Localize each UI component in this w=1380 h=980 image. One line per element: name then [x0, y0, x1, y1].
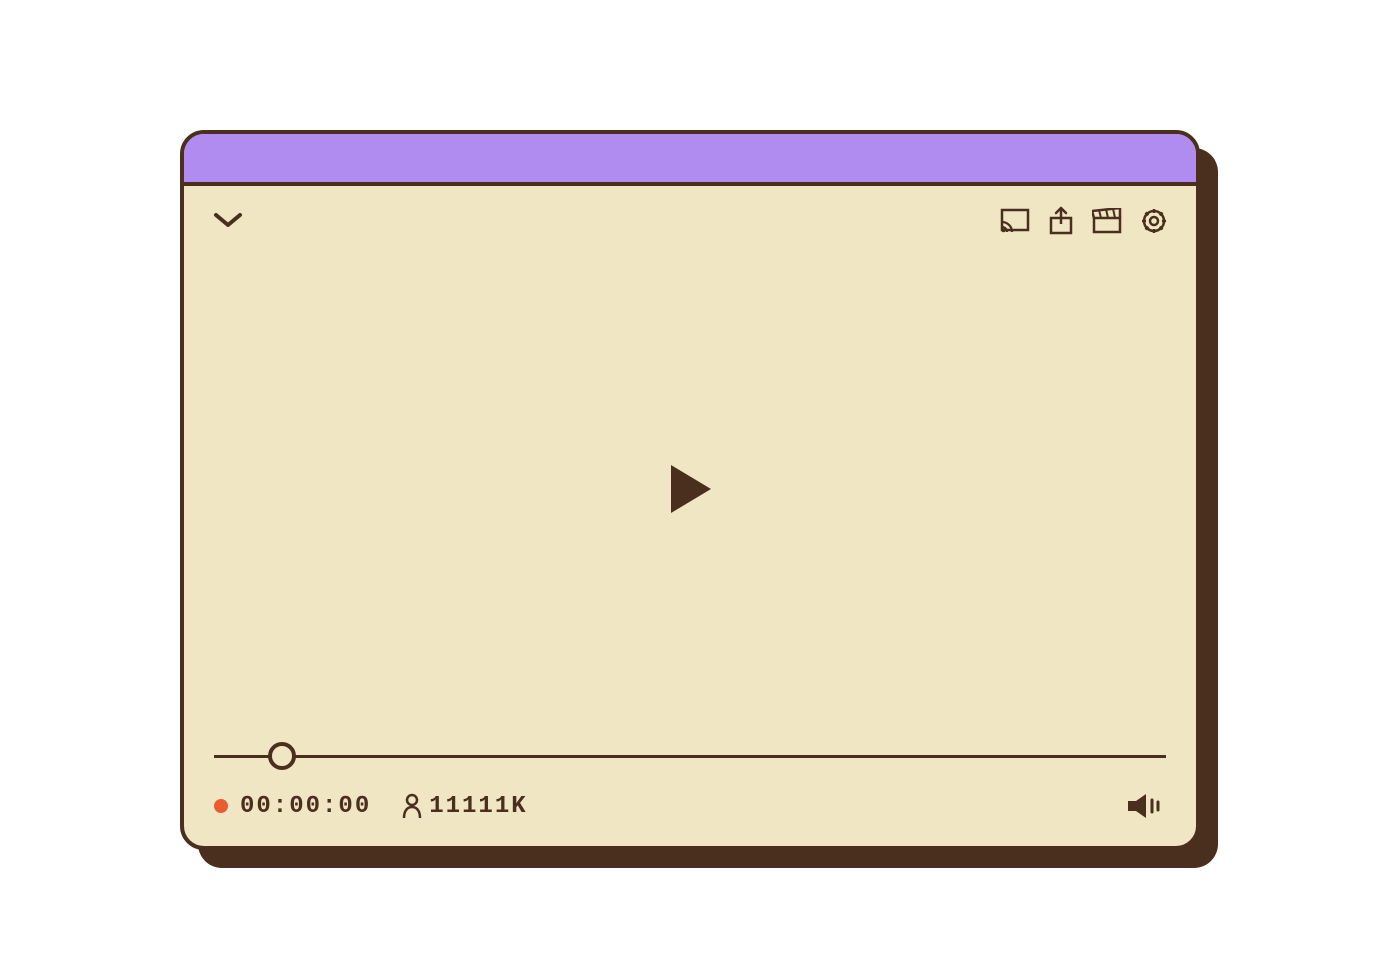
gear-icon	[1140, 207, 1168, 235]
share-icon	[1048, 206, 1074, 236]
chevron-down-icon	[212, 211, 244, 231]
video-player-window: 00:00:00 11111K	[180, 130, 1200, 850]
clapperboard-icon	[1092, 208, 1122, 234]
progress-bar[interactable]	[214, 742, 1166, 770]
live-indicator-dot	[214, 799, 228, 813]
volume-button[interactable]	[1126, 792, 1166, 820]
top-right-toolbar	[1000, 206, 1168, 236]
progress-line	[214, 755, 1166, 758]
person-icon	[401, 793, 423, 819]
video-area: 00:00:00 11111K	[184, 186, 1196, 846]
bottom-left: 00:00:00 11111K	[214, 793, 528, 820]
clapperboard-button[interactable]	[1092, 208, 1122, 234]
share-button[interactable]	[1048, 206, 1074, 236]
bottom-area: 00:00:00 11111K	[184, 742, 1196, 846]
time-display: 00:00:00	[240, 793, 371, 820]
play-icon	[665, 461, 715, 517]
play-button[interactable]	[665, 461, 715, 517]
cast-button[interactable]	[1000, 208, 1030, 234]
video-canvas[interactable]	[184, 236, 1196, 742]
titlebar[interactable]	[184, 134, 1196, 186]
collapse-button[interactable]	[212, 211, 244, 231]
bottom-controls: 00:00:00 11111K	[214, 792, 1166, 820]
viewers-count-text: 11111K	[429, 793, 527, 820]
viewer-count: 11111K	[401, 793, 527, 820]
volume-icon	[1126, 792, 1166, 820]
settings-button[interactable]	[1140, 207, 1168, 235]
cast-icon	[1000, 208, 1030, 234]
progress-handle[interactable]	[268, 742, 296, 770]
top-controls	[184, 186, 1196, 236]
